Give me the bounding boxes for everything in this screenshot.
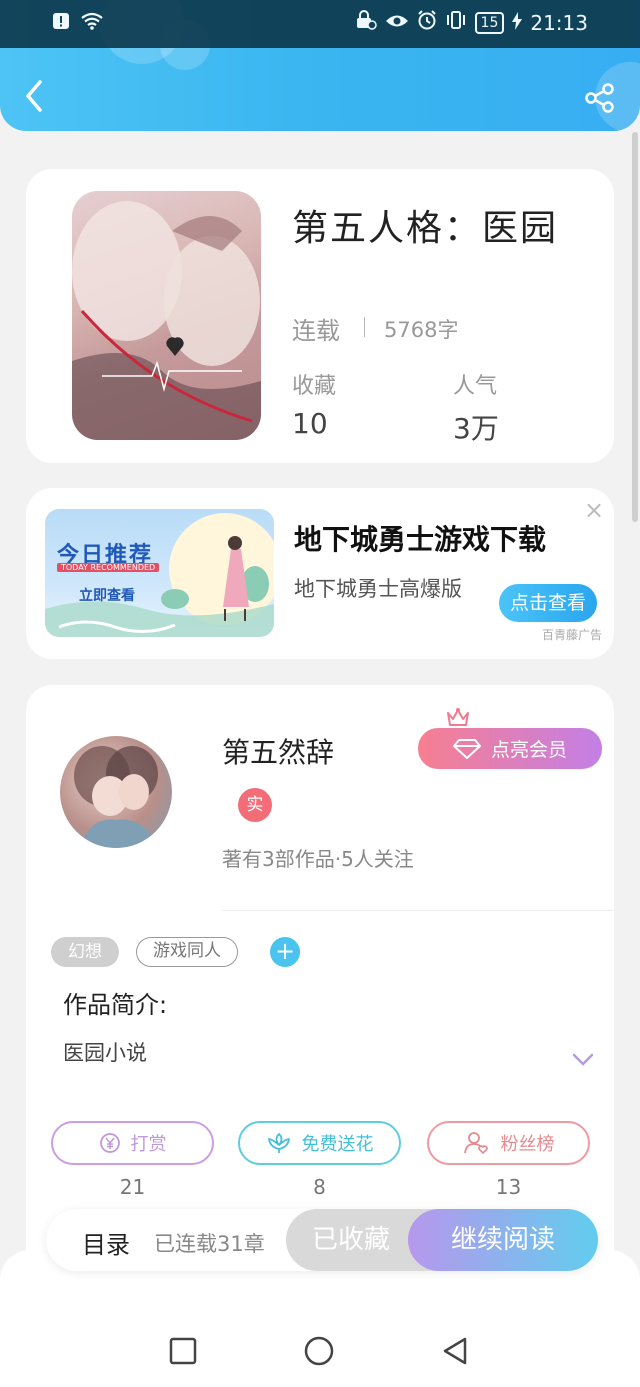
intro-heading: 作品简介: <box>63 991 168 1019</box>
book-status: 连载 <box>292 317 340 345</box>
status-bar: 15 21:13 <box>0 0 640 48</box>
plus-icon: + <box>274 937 296 965</box>
verified-badge: 实 <box>238 788 272 822</box>
ad-close-icon[interactable]: × <box>584 496 604 524</box>
favorites-label: 收藏 <box>292 374 337 399</box>
square-icon <box>169 1337 197 1365</box>
fan-rank-count: 13 <box>495 1175 522 1199</box>
tag-game-fanfic[interactable]: 游戏同人 <box>136 937 238 967</box>
alarm-icon <box>417 10 437 35</box>
tag-fantasy[interactable]: 幻想 <box>51 937 119 967</box>
favorites-value: 10 <box>292 407 328 440</box>
ad-title[interactable]: 地下城勇士游戏下载 <box>294 518 546 558</box>
ad-image-subtitle: TODAY RECOMMENDED <box>57 563 160 572</box>
lock-icon <box>355 10 377 35</box>
chevron-down-icon[interactable] <box>572 1053 594 1067</box>
flower-icon <box>267 1133 290 1153</box>
tip-button[interactable]: 打赏 <box>51 1121 214 1165</box>
divider <box>364 317 365 337</box>
tip-count: 21 <box>119 1175 146 1199</box>
book-title: 第五人格：医园 <box>292 208 559 249</box>
author-name[interactable]: 第五然辞 <box>222 731 334 771</box>
ad-image[interactable]: 今日推荐 TODAY RECOMMENDED 立即查看 <box>45 509 274 637</box>
scrollbar[interactable] <box>632 132 638 522</box>
book-word-count: 5768字 <box>384 318 459 342</box>
chevron-left-icon <box>26 80 42 112</box>
yen-coin-icon <box>99 1133 120 1153</box>
crown-icon <box>447 708 469 726</box>
diamond-icon <box>452 738 481 759</box>
book-cover-image[interactable] <box>72 191 261 440</box>
author-stats: 著有3部作品·5人关注 <box>222 847 414 871</box>
charging-icon <box>512 11 523 35</box>
popularity-value: 3万 <box>453 412 499 445</box>
book-info-card: 第五人格：医园 连载 5768字 收藏 10 人气 3万 <box>26 169 614 463</box>
intro-text: 医园小说 <box>63 1041 147 1065</box>
ad-subtitle: 地下城勇士高爆版 <box>294 577 462 601</box>
vibrate-icon <box>445 10 467 35</box>
home-button[interactable] <box>304 1336 334 1366</box>
system-back-button[interactable] <box>440 1336 470 1366</box>
divider <box>222 910 614 911</box>
author-avatar[interactable] <box>60 736 172 848</box>
toc-button[interactable]: 目录 <box>82 1225 130 1260</box>
ad-view-button[interactable]: 点击查看 <box>499 584 597 622</box>
circle-icon <box>304 1336 334 1366</box>
share-icon <box>585 83 614 113</box>
ad-card[interactable]: 今日推荐 TODAY RECOMMENDED 立即查看 地下城勇士游戏下载 地下… <box>26 488 614 659</box>
tip-label: 打赏 <box>130 1134 167 1155</box>
triangle-back-icon <box>443 1337 467 1365</box>
add-tag-button[interactable]: + <box>270 937 300 967</box>
flower-count: 8 <box>313 1175 326 1199</box>
recent-apps-button[interactable] <box>168 1336 198 1366</box>
send-flower-button[interactable]: 免费送花 <box>238 1121 401 1165</box>
user-heart-icon <box>463 1132 488 1155</box>
back-button[interactable] <box>20 78 50 114</box>
fan-rank-label: 粉丝榜 <box>500 1134 555 1155</box>
eye-icon <box>385 11 409 35</box>
vip-button[interactable]: 点亮会员 <box>418 728 602 769</box>
vip-button-label: 点亮会员 <box>490 739 567 761</box>
share-button[interactable] <box>584 82 616 114</box>
clock-time: 21:13 <box>530 10 588 35</box>
status-right: 15 21:13 <box>355 10 588 35</box>
fan-rank-button[interactable]: 粉丝榜 <box>427 1121 590 1165</box>
battery-icon: 15 <box>474 11 505 34</box>
popularity-label: 人气 <box>453 374 498 399</box>
continue-reading-button[interactable]: 继续阅读 <box>408 1209 598 1271</box>
ad-image-cta: 立即查看 <box>79 588 135 604</box>
chapter-count: 已连载31章 <box>154 1232 265 1256</box>
send-flower-label: 免费送花 <box>301 1134 374 1155</box>
status-left <box>52 12 104 35</box>
ad-source: 百青藤广告 <box>542 628 603 642</box>
wifi-icon <box>80 12 104 35</box>
bottom-action-bar: 目录 已连载31章 已收藏 继续阅读 <box>46 1209 598 1271</box>
alert-icon <box>52 12 70 35</box>
